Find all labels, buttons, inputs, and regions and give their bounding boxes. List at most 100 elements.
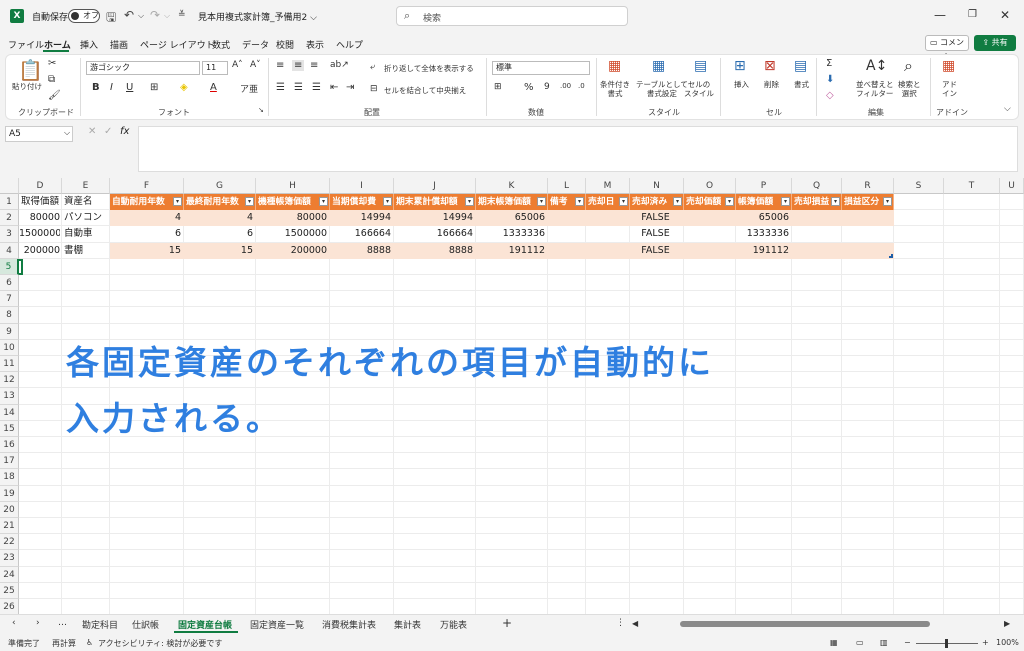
table-header-cell[interactable]: 帳簿価額 ▾ bbox=[736, 194, 792, 210]
table-header-cell[interactable]: 売却価額 ▾ bbox=[684, 194, 736, 210]
row-header-3[interactable]: 3 bbox=[0, 226, 19, 243]
font-color-icon[interactable]: A bbox=[210, 82, 217, 93]
row-header-2[interactable]: 2 bbox=[0, 210, 19, 226]
row-header-19[interactable]: 19 bbox=[0, 486, 19, 502]
table-header-cell[interactable]: 期末累計償却額 ▾ bbox=[394, 194, 476, 210]
percent-icon[interactable]: % bbox=[524, 82, 534, 93]
table-cell[interactable]: 8888 bbox=[330, 243, 391, 259]
column-header-N[interactable]: N bbox=[630, 178, 684, 194]
sheet-tab-accounts[interactable]: 勘定科目 bbox=[82, 618, 118, 631]
sheet-tab-fixed-asset-list[interactable]: 固定資産一覧 bbox=[250, 618, 304, 631]
table-cell[interactable]: 6 bbox=[184, 226, 253, 242]
borders-icon[interactable]: ⊞ bbox=[150, 82, 158, 93]
font-shrink-icon[interactable]: A˅ bbox=[250, 60, 261, 70]
column-header-P[interactable]: P bbox=[736, 178, 792, 194]
filter-dropdown-icon[interactable]: ▾ bbox=[465, 197, 474, 206]
column-header-T[interactable]: T bbox=[944, 178, 1000, 194]
table-header-cell[interactable]: 損益区分 ▾ bbox=[842, 194, 894, 210]
column-header-M[interactable]: M bbox=[586, 178, 630, 194]
fill-color-icon[interactable]: ◈ bbox=[180, 82, 188, 93]
table-header-cell[interactable]: 備考 ▾ bbox=[548, 194, 586, 210]
format-as-table-icon[interactable]: ▦ bbox=[652, 58, 665, 74]
addins-button[interactable]: アド イン bbox=[942, 80, 957, 98]
align-middle-icon[interactable]: ≡ bbox=[292, 60, 305, 71]
cell-acquisition-value[interactable]: 200000 bbox=[19, 243, 60, 259]
row-header-1[interactable]: 1 bbox=[0, 194, 19, 210]
table-cell[interactable]: 1333336 bbox=[736, 226, 789, 242]
table-cell[interactable]: 1500000 bbox=[256, 226, 327, 242]
tab-help[interactable]: ヘルプ bbox=[336, 38, 363, 51]
accounting-format-icon[interactable]: ⊞ bbox=[494, 82, 502, 92]
comment-button[interactable]: ▭ コメント bbox=[925, 35, 969, 61]
sheet-tab-consumption-tax[interactable]: 消費税集計表 bbox=[322, 618, 376, 631]
table-header-cell[interactable]: 最終耐用年数 ▾ bbox=[184, 194, 256, 210]
cell-styles-icon[interactable]: ▤ bbox=[694, 58, 707, 74]
addins-icon[interactable]: ▦ bbox=[942, 58, 955, 74]
find-select-button[interactable]: 検索と 選択 bbox=[898, 80, 921, 98]
filter-dropdown-icon[interactable]: ▾ bbox=[831, 197, 840, 206]
merge-center-button[interactable]: セルを結合して中央揃え bbox=[384, 86, 466, 95]
collapse-ribbon-icon[interactable]: ⌵ bbox=[1004, 104, 1011, 114]
next-sheet-icon[interactable]: › bbox=[36, 618, 40, 628]
save-icon[interactable]: 🖫 bbox=[106, 8, 116, 29]
decrease-indent-icon[interactable]: ⇤ bbox=[330, 82, 338, 93]
filter-dropdown-icon[interactable]: ▾ bbox=[673, 197, 682, 206]
comma-style-icon[interactable]: 9 bbox=[544, 82, 550, 92]
table-cell[interactable]: 166664 bbox=[394, 226, 473, 242]
scroll-left-icon[interactable]: ◀ bbox=[632, 619, 638, 628]
formula-input[interactable] bbox=[138, 126, 1018, 172]
fill-icon[interactable]: ⬇ bbox=[826, 74, 834, 85]
find-select-icon[interactable]: ⌕ bbox=[904, 56, 913, 76]
row-header-23[interactable]: 23 bbox=[0, 550, 19, 567]
column-header-Q[interactable]: Q bbox=[792, 178, 842, 194]
column-header-L[interactable]: L bbox=[548, 178, 586, 194]
align-right-icon[interactable]: ☰ bbox=[312, 82, 321, 93]
column-header-J[interactable]: J bbox=[394, 178, 476, 194]
align-center-icon[interactable]: ☰ bbox=[294, 82, 303, 93]
number-format-select[interactable]: 標準 bbox=[492, 61, 590, 75]
normal-view-icon[interactable]: ▦ bbox=[830, 638, 838, 647]
zoom-level[interactable]: 100% bbox=[996, 638, 1019, 647]
table-header-cell[interactable]: 自動耐用年数 ▾ bbox=[110, 194, 184, 210]
align-top-icon[interactable]: ≡ bbox=[276, 60, 284, 71]
table-cell[interactable]: 1333336 bbox=[476, 226, 545, 242]
filter-dropdown-icon[interactable]: ▾ bbox=[575, 197, 584, 206]
format-as-table-button[interactable]: テーブルとして 書式設定 bbox=[636, 80, 688, 98]
search-box[interactable]: ⌕ 検索 bbox=[396, 6, 628, 26]
table-cell[interactable]: 65006 bbox=[476, 210, 545, 226]
header-cell[interactable]: 取得価額 bbox=[21, 194, 61, 210]
table-cell[interactable]: 191112 bbox=[736, 243, 789, 259]
column-header-O[interactable]: O bbox=[684, 178, 736, 194]
row-header-6[interactable]: 6 bbox=[0, 275, 19, 291]
delete-cells-icon[interactable]: ⊠ bbox=[764, 58, 776, 74]
tab-review[interactable]: 校閲 bbox=[276, 38, 294, 51]
header-cell[interactable]: 資産名 bbox=[64, 194, 109, 210]
format-cells-button[interactable]: 書式 bbox=[794, 80, 809, 89]
table-cell[interactable]: 4 bbox=[110, 210, 181, 226]
more-sheets-icon[interactable]: … bbox=[58, 618, 67, 628]
phonetic-icon[interactable]: ア亜 bbox=[240, 82, 258, 95]
column-header-I[interactable]: I bbox=[330, 178, 394, 194]
row-header-14[interactable]: 14 bbox=[0, 405, 19, 421]
sort-filter-button[interactable]: 並べ替えと フィルター bbox=[856, 80, 894, 98]
row-header-4[interactable]: 4 bbox=[0, 243, 19, 259]
confirm-entry-icon[interactable]: ✓ bbox=[104, 126, 112, 137]
column-header-S[interactable]: S bbox=[894, 178, 944, 194]
filter-dropdown-icon[interactable]: ▾ bbox=[245, 197, 254, 206]
filter-dropdown-icon[interactable]: ▾ bbox=[725, 197, 734, 206]
share-button[interactable]: ⇪ 共有 bbox=[974, 35, 1016, 51]
underline-icon[interactable]: U bbox=[126, 82, 133, 93]
insert-cells-icon[interactable]: ⊞ bbox=[734, 58, 746, 74]
undo-icon[interactable]: ↶ bbox=[124, 8, 134, 22]
row-header-21[interactable]: 21 bbox=[0, 518, 19, 534]
sheet-tab-fixed-asset-ledger[interactable]: 固定資産台帳 bbox=[178, 618, 232, 631]
font-name-select[interactable]: 游ゴシック bbox=[86, 61, 200, 75]
document-title[interactable]: 見本用複式家計簿_予備用2 ⌵ bbox=[198, 10, 317, 23]
undo-dropdown-icon[interactable]: ⌵ bbox=[138, 11, 144, 21]
prev-sheet-icon[interactable]: ‹ bbox=[12, 618, 16, 628]
align-bottom-icon[interactable]: ≡ bbox=[310, 60, 318, 71]
tabs-splitter-icon[interactable]: ⋮ bbox=[616, 618, 625, 628]
restore-icon[interactable]: ❐ bbox=[968, 9, 977, 20]
column-header-F[interactable]: F bbox=[110, 178, 184, 194]
table-header-cell[interactable]: 売却日 ▾ bbox=[586, 194, 630, 210]
